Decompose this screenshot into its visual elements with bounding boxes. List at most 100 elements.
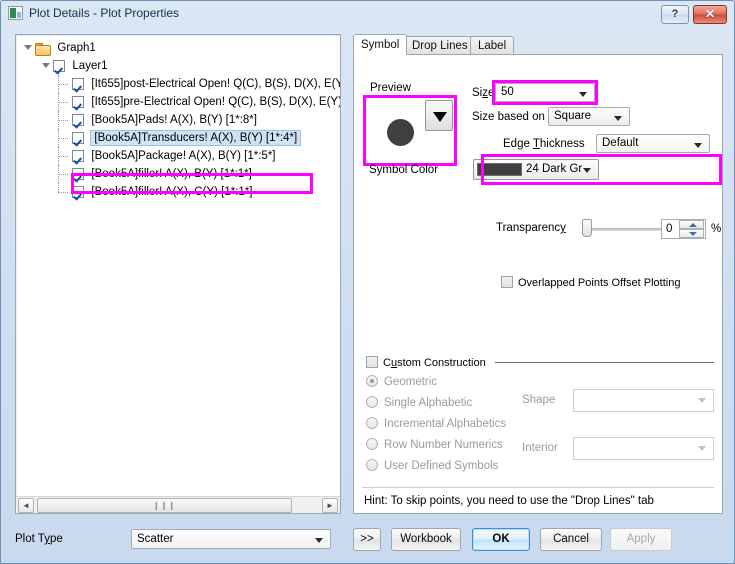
help-button[interactable]: ? [661, 5, 689, 24]
tree-node-plot-4[interactable]: [Book5A]Package! A(X), B(Y) [1*:5*] [16, 147, 340, 165]
workbook-button[interactable]: Workbook [391, 528, 461, 551]
symbol-preview-box[interactable] [366, 98, 454, 163]
overlapped-points-label: Overlapped Points Offset Plotting [518, 277, 680, 289]
tree-connector [56, 129, 69, 147]
symbol-color-label: Symbol Color [369, 164, 438, 176]
shape-select[interactable] [573, 389, 714, 412]
symbol-color-select[interactable]: 24 Dark Gr [473, 159, 599, 180]
overlapped-points-checkbox[interactable] [501, 276, 513, 288]
transparency-stepper[interactable] [679, 220, 704, 238]
size-based-on-select[interactable]: Square [548, 107, 630, 126]
symbol-shape-dropdown-button[interactable] [425, 100, 453, 131]
expand-button[interactable]: >> [353, 528, 381, 551]
tree-horizontal-scrollbar[interactable]: ◄ ❙❙❙ ► [16, 496, 340, 513]
expand-arrow-icon[interactable] [24, 45, 32, 50]
chevron-down-icon[interactable] [579, 92, 587, 97]
chevron-down-icon[interactable] [698, 446, 706, 451]
interior-select[interactable] [573, 437, 714, 460]
stepper-down-icon[interactable] [679, 229, 704, 238]
plot-type-label: Plot Type [15, 533, 63, 545]
tree-node-label: [Book5A]Package! A(X), B(Y) [1*:5*] [91, 150, 275, 162]
radio-incremental-alphabetics[interactable]: Incremental Alphabetics [366, 417, 506, 431]
radio-label: Incremental Alphabetics [384, 418, 506, 430]
chevron-down-icon[interactable] [614, 116, 622, 121]
tab-label[interactable]: Label [470, 36, 514, 55]
size-value: 50 [501, 86, 514, 98]
expand-arrow-icon[interactable] [42, 63, 50, 68]
symbol-tab-panel: Preview Size 50 Size based on Square [353, 54, 723, 514]
radio-user-defined-symbols[interactable]: User Defined Symbols [366, 459, 498, 473]
overlapped-points-checkbox-row[interactable]: Overlapped Points Offset Plotting [501, 276, 680, 290]
tree-node-checkbox[interactable] [72, 150, 84, 162]
tree-node-plot-3-selected[interactable]: [Book5A]Transducers! A(X), B(Y) [1*:4*] [16, 129, 340, 147]
radio-icon[interactable] [366, 417, 378, 429]
tree-node-checkbox[interactable] [72, 96, 84, 108]
transparency-slider-thumb[interactable] [582, 219, 592, 237]
tree-node-checkbox[interactable] [72, 78, 84, 90]
scroll-thumb[interactable]: ❙❙❙ [37, 498, 292, 513]
close-button[interactable]: ✕ [693, 5, 727, 24]
apply-button[interactable]: Apply [610, 528, 672, 551]
radio-icon[interactable] [366, 375, 378, 387]
radio-label: Row Number Numerics [384, 439, 503, 451]
radio-single-alphabetic[interactable]: Single Alphabetic [366, 396, 472, 410]
ok-button[interactable]: OK [472, 528, 530, 551]
edge-thickness-label: Edge Thickness [503, 138, 585, 150]
scroll-left-icon[interactable]: ◄ [18, 498, 34, 513]
radio-icon[interactable] [366, 459, 378, 471]
plot-type-value: Scatter [137, 533, 173, 545]
tree-connector [56, 93, 69, 111]
tree-node-plot-0[interactable]: [It655]post-Electrical Open! Q(C), B(S),… [16, 75, 340, 93]
transparency-unit: % [711, 223, 721, 235]
transparency-slider-track[interactable] [583, 228, 664, 231]
plot-type-select[interactable]: Scatter [131, 529, 331, 549]
radio-label: Geometric [384, 376, 437, 388]
properties-pane: Symbol Drop Lines Label Preview Size 50 [353, 34, 723, 514]
chevron-down-icon[interactable] [694, 143, 702, 148]
tree-node-plot-2[interactable]: [Book5A]Pads! A(X), B(Y) [1*:8*] [16, 111, 340, 129]
tree-node-plot-6[interactable]: [Book5A]filler! A(X), C(Y) [1*:1*] [16, 183, 340, 201]
chevron-down-icon[interactable] [583, 168, 591, 173]
chevron-down-icon[interactable] [698, 398, 706, 403]
transparency-label: Transparency [496, 222, 566, 234]
section-divider [495, 362, 714, 363]
tree-node-checkbox[interactable] [53, 60, 65, 72]
radio-geometric[interactable]: Geometric [366, 375, 437, 389]
radio-icon[interactable] [366, 438, 378, 450]
window-title: Plot Details - Plot Properties [29, 6, 179, 20]
chevron-down-icon[interactable] [315, 538, 323, 543]
tree-connector [56, 165, 69, 183]
custom-construction-checkbox-row[interactable]: Custom Construction [366, 356, 486, 370]
edge-thickness-select[interactable]: Default [596, 134, 710, 153]
tab-strip: Symbol Drop Lines Label [353, 34, 723, 55]
tree-node-checkbox[interactable] [72, 168, 84, 180]
tree-node-checkbox[interactable] [72, 186, 84, 198]
radio-label: User Defined Symbols [384, 460, 498, 472]
plot-tree[interactable]: Graph1 Layer1 [It655]post-Electrical Ope… [16, 35, 340, 496]
scroll-right-icon[interactable]: ► [322, 498, 338, 513]
interior-label: Interior [522, 442, 558, 454]
symbol-color-value: 24 Dark Gr [526, 163, 582, 175]
tree-node-label: [It655]pre-Electrical Open! Q(C), B(S), … [91, 96, 340, 108]
tab-drop-lines[interactable]: Drop Lines [404, 36, 476, 55]
plot-details-icon [8, 6, 23, 20]
tree-node-graph1[interactable]: Graph1 [16, 39, 340, 57]
stepper-up-icon[interactable] [679, 220, 704, 229]
color-swatch [477, 163, 522, 176]
tab-symbol[interactable]: Symbol [353, 34, 407, 55]
tree-connector [56, 183, 69, 201]
radio-label: Single Alphabetic [384, 397, 472, 409]
radio-icon[interactable] [366, 396, 378, 408]
tree-connector [56, 111, 69, 129]
tree-node-checkbox[interactable] [72, 132, 84, 144]
size-select[interactable]: 50 [495, 83, 595, 102]
tree-node-plot-5[interactable]: [Book5A]filler! A(X), B(Y) [1*:1*] [16, 165, 340, 183]
cancel-button[interactable]: Cancel [540, 528, 602, 551]
tree-node-layer1[interactable]: Layer1 [16, 57, 340, 75]
radio-row-number-numerics[interactable]: Row Number Numerics [366, 438, 503, 452]
preview-label: Preview [370, 82, 411, 94]
custom-construction-checkbox[interactable] [366, 356, 378, 368]
tree-node-plot-1[interactable]: [It655]pre-Electrical Open! Q(C), B(S), … [16, 93, 340, 111]
size-based-on-value: Square [554, 110, 591, 122]
tree-node-checkbox[interactable] [72, 114, 84, 126]
